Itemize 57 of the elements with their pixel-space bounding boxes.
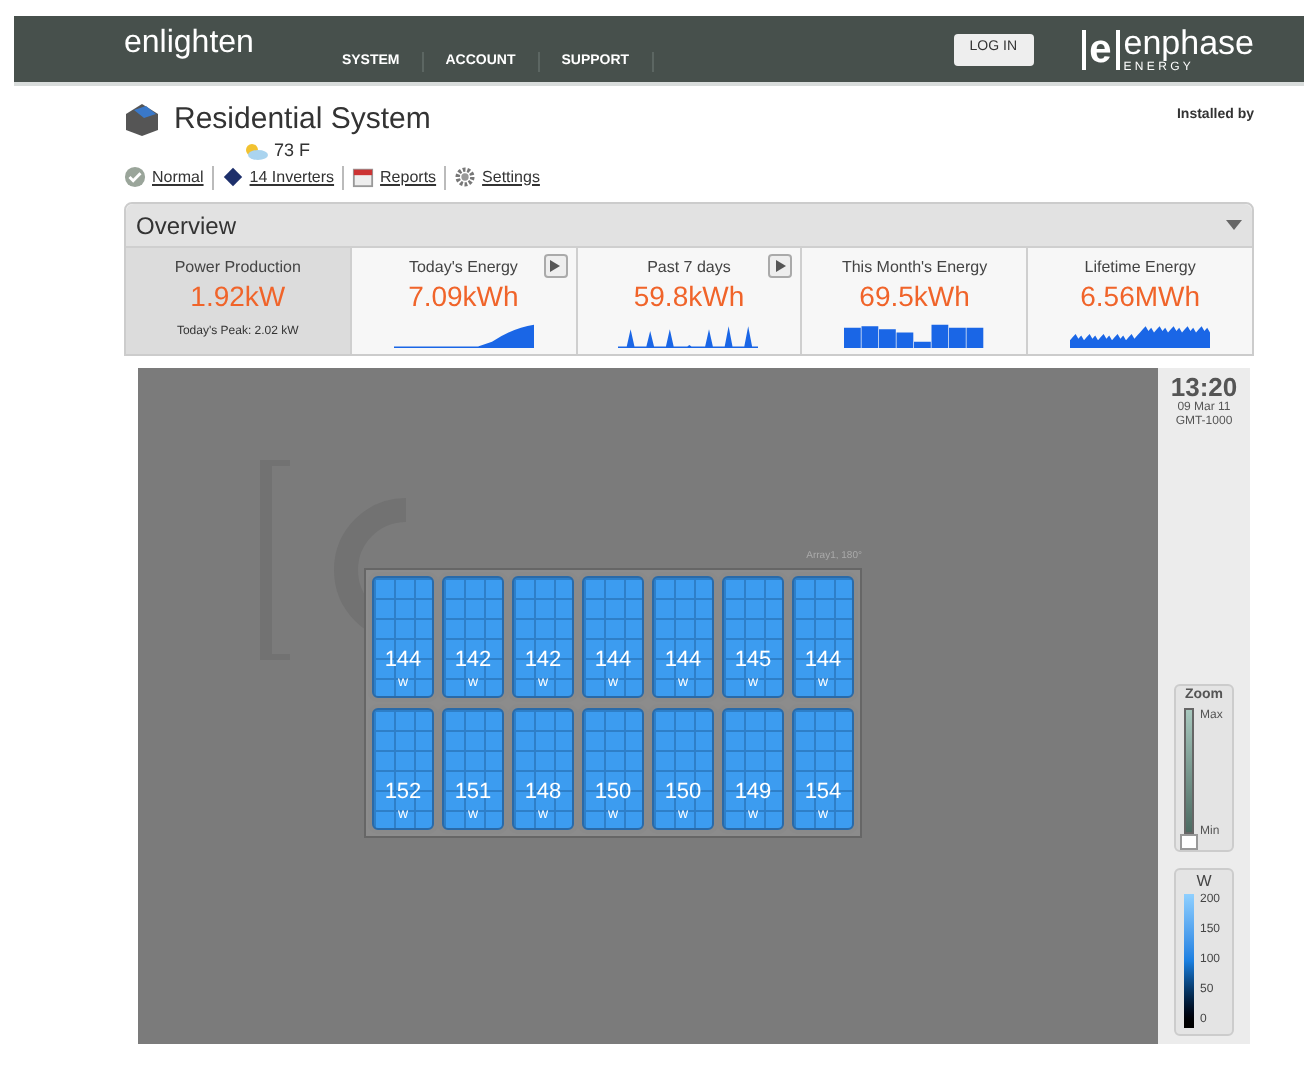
- tile-value: 59.8kWh: [633, 280, 745, 314]
- panel-watts: 150: [594, 782, 632, 804]
- sparkline-chart: [393, 320, 534, 348]
- overview-tile[interactable]: Today's Energy 7.09kWh: [349, 248, 576, 354]
- tile-label: Today's Energy: [408, 256, 518, 280]
- panel-watts: 144: [594, 650, 632, 672]
- overview-header[interactable]: Overview: [126, 204, 1252, 248]
- tile-value: 6.56MWh: [1080, 280, 1201, 314]
- temperature: 73 F: [274, 137, 311, 164]
- status-link[interactable]: Normal: [152, 165, 204, 189]
- tile-label: Power Production: [174, 256, 301, 280]
- play-icon: [775, 260, 786, 272]
- color-scale: [1184, 894, 1194, 1028]
- tile-value: 69.5kWh: [859, 280, 970, 314]
- legend-title: W: [1196, 870, 1212, 893]
- reports-link[interactable]: Reports: [380, 165, 437, 189]
- clock-time: 13:20: [1170, 372, 1238, 402]
- settings-link[interactable]: Settings: [482, 165, 540, 189]
- collapse-icon: [1226, 220, 1242, 230]
- panel-watts: 152: [384, 782, 422, 804]
- tile-value: 7.09kWh: [408, 280, 519, 314]
- overview-tile[interactable]: This Month's Energy 69.5kWh: [800, 248, 1027, 354]
- logo-letter: e: [1089, 29, 1112, 69]
- play-button[interactable]: [768, 254, 793, 278]
- panel-watts: 149: [734, 782, 772, 804]
- panel-watts: 150: [664, 782, 702, 804]
- system-title: Residential System: [174, 102, 431, 138]
- panel-watts: 148: [524, 782, 562, 804]
- sparkline-chart: [844, 320, 985, 348]
- tile-value: 1.92kW: [190, 280, 286, 314]
- overview-tile[interactable]: Past 7 days 59.8kWh: [575, 248, 801, 354]
- weather-icon: [244, 142, 268, 160]
- play-icon: [550, 260, 561, 272]
- check-icon: [124, 166, 146, 188]
- calendar-icon: [352, 166, 375, 188]
- overview-tile[interactable]: Lifetime Energy 6.56MWh: [1026, 248, 1252, 354]
- panel-watts: 142: [454, 650, 492, 672]
- inverter-icon: [221, 166, 244, 188]
- brand-name: enlighten: [124, 23, 254, 63]
- panel-watts: 144: [664, 650, 702, 672]
- play-button[interactable]: [543, 254, 568, 278]
- gear-icon: [454, 166, 477, 188]
- panel-watts: 144: [384, 650, 422, 672]
- tile-label: This Month's Energy: [841, 256, 988, 280]
- sparkline-chart: [1070, 320, 1211, 348]
- house-icon: [124, 102, 160, 136]
- inverters-link[interactable]: 14 Inverters: [249, 165, 335, 189]
- tile-label: Past 7 days: [647, 256, 731, 280]
- zoom-thumb[interactable]: [1180, 834, 1198, 850]
- tile-label: Lifetime Energy: [1084, 256, 1196, 280]
- panel-watts: 154: [804, 782, 842, 804]
- panel-watts: 145: [734, 650, 772, 672]
- panel-watts: 144: [804, 650, 842, 672]
- overview-title: Overview: [136, 209, 237, 243]
- panel-watts: 142: [524, 650, 562, 672]
- panel-watts: 151: [454, 782, 492, 804]
- logo-name: enphase: [1123, 25, 1254, 59]
